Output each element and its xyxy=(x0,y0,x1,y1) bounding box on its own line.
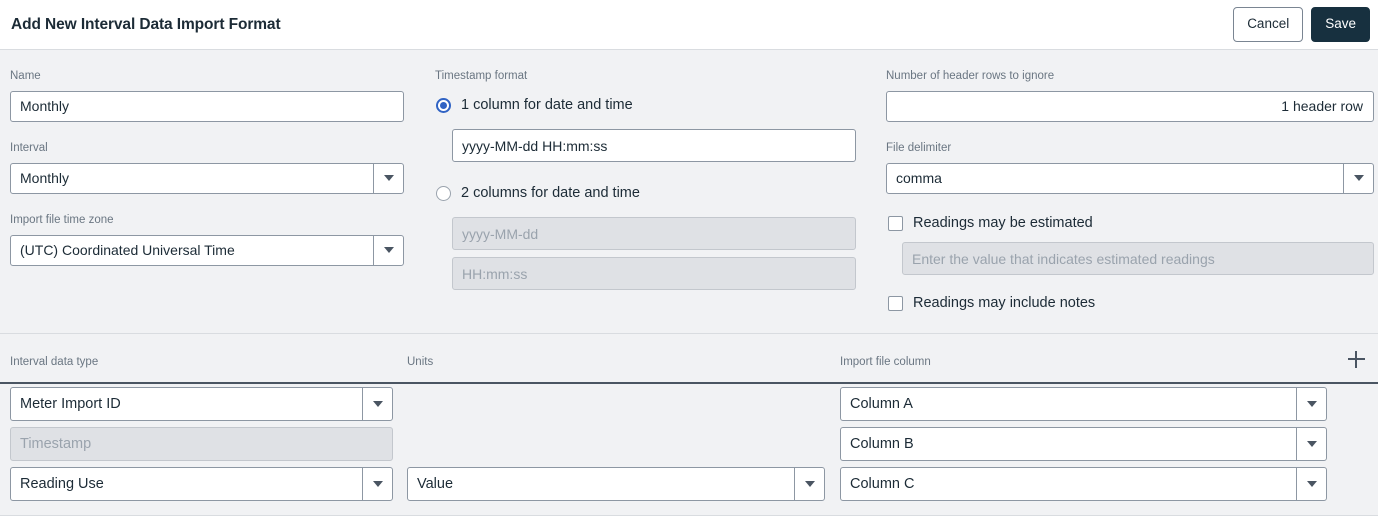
plus-icon xyxy=(1355,350,1357,368)
time-zone-select[interactable]: (UTC) Coordinated Universal Time xyxy=(10,234,404,266)
file-delimiter-field-group: File delimiter comma xyxy=(886,142,1374,194)
import-column-select[interactable]: Column C xyxy=(840,467,1327,501)
data-type-select-value: Meter Import ID xyxy=(20,396,121,412)
import-column-select-value: Column B xyxy=(850,436,914,452)
readings-estimated-checkbox[interactable] xyxy=(888,215,903,231)
one-column-format-input[interactable]: yyyy-MM-dd HH:mm:ss xyxy=(452,129,856,162)
two-columns-time-input: HH:mm:ss xyxy=(452,257,856,290)
chevron-down-icon[interactable] xyxy=(373,235,403,265)
data-type-select[interactable]: Meter Import ID xyxy=(10,387,393,421)
import-column-select-value: Column C xyxy=(850,476,915,492)
time-zone-label: Import file time zone xyxy=(10,214,114,226)
column-header-import-file-column: Import file column xyxy=(840,356,931,368)
import-column-select-value: Column A xyxy=(850,396,913,412)
chevron-down-icon[interactable] xyxy=(362,468,392,500)
page-header: Add New Interval Data Import Format Canc… xyxy=(0,0,1378,50)
column-mapping-section: Interval data type Units Import file col… xyxy=(0,333,1378,527)
readings-notes-checkbox-row[interactable]: Readings may include notes xyxy=(888,295,1095,311)
header-rows-field-group: Number of header rows to ignore 1 header… xyxy=(886,70,1374,122)
page-footer-area xyxy=(0,516,1378,527)
header-rows-input[interactable]: 1 header row xyxy=(886,90,1374,122)
time-zone-select-value: (UTC) Coordinated Universal Time xyxy=(20,242,235,258)
table-row: Timestamp Column B xyxy=(0,424,1378,464)
import-column-select[interactable]: Column B xyxy=(840,427,1327,461)
row-import-column-cell: Column C xyxy=(840,467,1327,501)
column-header-interval-data-type: Interval data type xyxy=(10,356,99,368)
import-column-select[interactable]: Column A xyxy=(840,387,1327,421)
units-select[interactable]: Value xyxy=(407,467,825,501)
chevron-down-icon[interactable] xyxy=(373,163,403,193)
readings-estimated-checkbox-row[interactable]: Readings may be estimated xyxy=(888,215,1093,231)
row-data-type-cell: Reading Use xyxy=(10,467,393,501)
file-delimiter-label: File delimiter xyxy=(886,142,952,154)
data-type-readonly: Timestamp xyxy=(10,427,393,461)
row-import-column-cell: Column A xyxy=(840,387,1327,421)
header-rows-label: Number of header rows to ignore xyxy=(886,70,1055,82)
add-row-button[interactable] xyxy=(1345,348,1367,370)
chevron-down-icon[interactable] xyxy=(794,468,824,500)
data-type-select-value: Reading Use xyxy=(20,476,104,492)
row-units-cell: Value xyxy=(407,467,825,501)
radio-one-column-icon[interactable] xyxy=(436,97,451,113)
table-row: Reading Use Value Column C xyxy=(0,464,1378,504)
two-columns-date-input: yyyy-MM-dd xyxy=(452,217,856,250)
estimated-value-input: Enter the value that indicates estimated… xyxy=(902,242,1374,275)
name-input[interactable]: Monthly xyxy=(10,90,404,122)
data-type-select[interactable]: Reading Use xyxy=(10,467,393,501)
name-field-group: Name Monthly xyxy=(10,70,404,122)
radio-two-columns[interactable]: 2 columns for date and time xyxy=(436,182,640,204)
interval-field-group: Interval Monthly xyxy=(10,142,404,194)
timestamp-format-label: Timestamp format xyxy=(435,70,528,82)
radio-one-column[interactable]: 1 column for date and time xyxy=(436,94,633,116)
table-body: Meter Import ID Column A Timestamp Colum… xyxy=(0,384,1378,504)
chevron-down-icon[interactable] xyxy=(1296,468,1326,500)
interval-select-value: Monthly xyxy=(20,170,70,186)
file-delimiter-select-value: comma xyxy=(896,170,942,186)
chevron-down-icon[interactable] xyxy=(1296,428,1326,460)
radio-two-columns-label: 2 columns for date and time xyxy=(461,185,640,201)
row-data-type-cell: Timestamp xyxy=(10,427,393,461)
interval-label: Interval xyxy=(10,142,48,154)
readings-estimated-label: Readings may be estimated xyxy=(913,215,1093,231)
column-header-units: Units xyxy=(407,356,434,368)
units-select-value: Value xyxy=(417,476,454,492)
name-label: Name xyxy=(10,70,41,82)
readings-notes-checkbox[interactable] xyxy=(888,295,903,311)
time-zone-field-group: Import file time zone (UTC) Coordinated … xyxy=(10,214,404,266)
page-title: Add New Interval Data Import Format xyxy=(11,15,281,33)
chevron-down-icon[interactable] xyxy=(1296,388,1326,420)
interval-select[interactable]: Monthly xyxy=(10,162,404,194)
radio-one-column-label: 1 column for date and time xyxy=(461,97,633,113)
cancel-button[interactable]: Cancel xyxy=(1233,7,1304,42)
file-delimiter-select[interactable]: comma xyxy=(886,162,1374,194)
table-row: Meter Import ID Column A xyxy=(0,384,1378,424)
table-header: Interval data type Units Import file col… xyxy=(0,334,1378,382)
save-button[interactable]: Save xyxy=(1311,7,1370,42)
row-import-column-cell: Column B xyxy=(840,427,1327,461)
row-data-type-cell: Meter Import ID xyxy=(10,387,393,421)
readings-notes-label: Readings may include notes xyxy=(913,295,1096,311)
chevron-down-icon[interactable] xyxy=(362,388,392,420)
header-actions: Cancel Save xyxy=(1233,7,1370,42)
form-area: Name Monthly Interval Monthly Import fil… xyxy=(0,50,1378,333)
interval-import-format-page: Add New Interval Data Import Format Canc… xyxy=(0,0,1378,527)
radio-two-columns-icon[interactable] xyxy=(436,185,451,201)
chevron-down-icon[interactable] xyxy=(1343,163,1373,193)
